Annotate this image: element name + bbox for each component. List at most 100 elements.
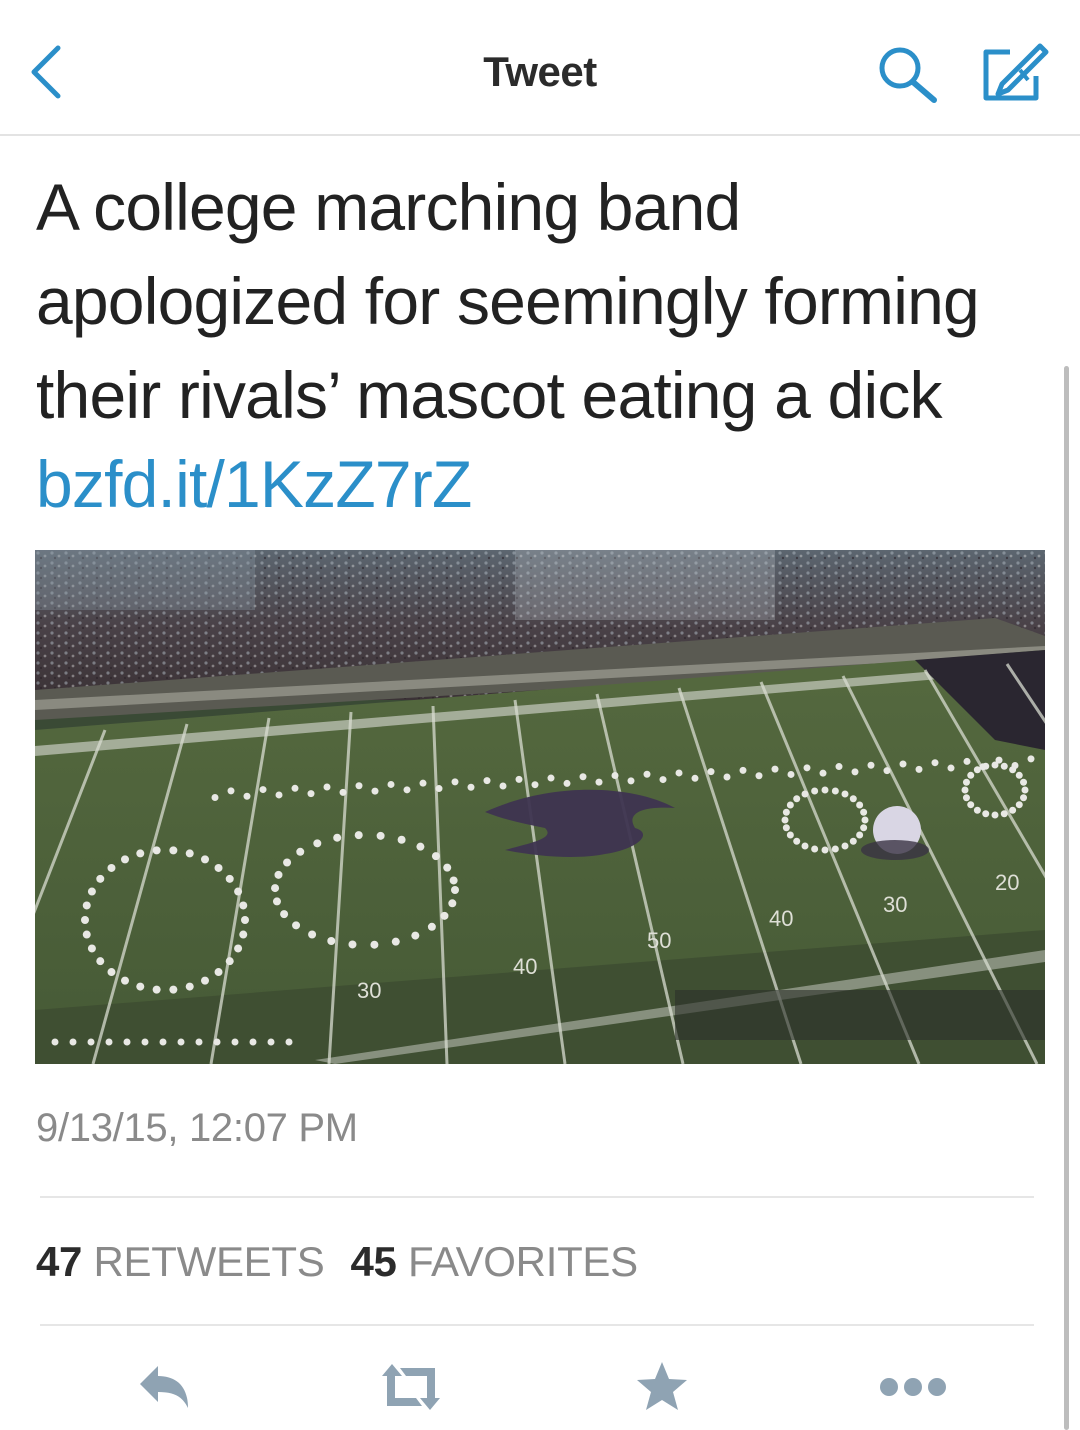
band-member (81, 916, 89, 924)
band-member (782, 808, 790, 816)
band-member (141, 1038, 149, 1046)
tweet-media-image[interactable]: 30 40 50 40 30 20 (35, 550, 1045, 1064)
band-member (860, 808, 868, 816)
yard-number: 30 (357, 978, 381, 1003)
tweet-link[interactable]: bzfd.it/1KzZ7rZ (36, 437, 472, 531)
band-member (123, 1038, 131, 1046)
band-member (962, 794, 970, 802)
band-member (370, 940, 379, 949)
band-member (781, 816, 789, 824)
band-member (962, 778, 970, 786)
band-member (416, 842, 425, 851)
band-member (963, 757, 971, 765)
band-member (411, 931, 420, 940)
band-member (225, 874, 234, 883)
band-member (1015, 801, 1023, 809)
tweet-text: A college marching band apologized for s… (36, 160, 1036, 442)
band-member (387, 780, 395, 788)
band-member (231, 1038, 239, 1046)
band-member (107, 968, 116, 977)
favorites-stat[interactable]: 45 FAVORITES (350, 1238, 638, 1285)
band-member (440, 911, 449, 920)
nav-bar: Tweet (0, 0, 1080, 136)
band-member (280, 910, 289, 919)
band-member (195, 1038, 203, 1046)
band-member (643, 770, 651, 778)
band-member (1009, 806, 1017, 814)
band-member (185, 849, 194, 858)
retweets-label: RETWEETS (93, 1238, 325, 1285)
band-member (307, 790, 315, 798)
band-member (327, 936, 336, 945)
band-member (96, 957, 105, 966)
band-member (967, 801, 975, 809)
band-member (973, 766, 981, 774)
tweet-timestamp: 9/13/15, 12:07 PM (36, 1106, 358, 1150)
band-member (87, 887, 96, 896)
tweet-text-line: A college marching band (36, 170, 741, 244)
band-member (831, 787, 839, 795)
band-member (547, 774, 555, 782)
band-member (201, 855, 209, 864)
band-member (707, 768, 715, 776)
band-member (159, 1038, 167, 1046)
retweet-icon[interactable] (378, 1360, 444, 1414)
band-member (291, 784, 299, 792)
band-member (397, 835, 406, 844)
band-member (793, 837, 801, 845)
band-member (376, 831, 385, 840)
band-member (267, 1038, 275, 1046)
band-member (1027, 755, 1035, 763)
band-member (272, 897, 281, 906)
compose-icon[interactable] (980, 40, 1050, 104)
band-member (448, 899, 457, 908)
band-member (801, 790, 809, 798)
band-member (801, 842, 809, 850)
band-member (787, 770, 795, 778)
band-member (275, 791, 283, 799)
more-dots-icon[interactable] (878, 1360, 948, 1414)
search-icon[interactable] (876, 44, 942, 104)
band-member (611, 772, 619, 779)
band-member (1009, 766, 1017, 774)
band-member (531, 781, 539, 789)
band-member (152, 985, 161, 994)
band-member (627, 777, 635, 785)
band-member (249, 1038, 257, 1046)
band-member (69, 1038, 77, 1046)
yard-number: 30 (883, 892, 907, 917)
band-member (915, 765, 923, 773)
band-member (755, 772, 763, 780)
band-member (835, 763, 843, 771)
band-member (1000, 810, 1008, 818)
field-photo: 30 40 50 40 30 20 (35, 550, 1045, 1064)
yard-number: 40 (769, 906, 793, 931)
tweet-text-line: their rivals’ mascot eating a dick (36, 358, 943, 432)
scrollbar[interactable] (1064, 366, 1069, 1430)
band-member (234, 944, 243, 953)
band-member (659, 776, 667, 784)
favorite-star-icon[interactable] (634, 1360, 690, 1414)
favorites-count: 45 (350, 1238, 397, 1285)
band-member (860, 824, 868, 832)
band-member (239, 901, 248, 910)
reply-icon[interactable] (136, 1360, 192, 1414)
band-member (1000, 762, 1008, 770)
band-member (313, 839, 322, 848)
retweets-stat[interactable]: 47 RETWEETS (36, 1238, 325, 1285)
favorites-label: FAVORITES (407, 1238, 638, 1285)
band-member (786, 801, 794, 809)
band-member (899, 760, 907, 768)
band-member (819, 769, 827, 777)
band-member (348, 940, 357, 949)
band-member (227, 787, 235, 795)
band-member (563, 779, 571, 787)
band-member (169, 846, 178, 855)
band-member (239, 930, 248, 939)
band-member (515, 775, 523, 783)
band-member (274, 870, 283, 879)
band-member (467, 783, 475, 791)
band-member (803, 764, 811, 772)
band-member (991, 761, 999, 769)
band-member (371, 787, 379, 795)
